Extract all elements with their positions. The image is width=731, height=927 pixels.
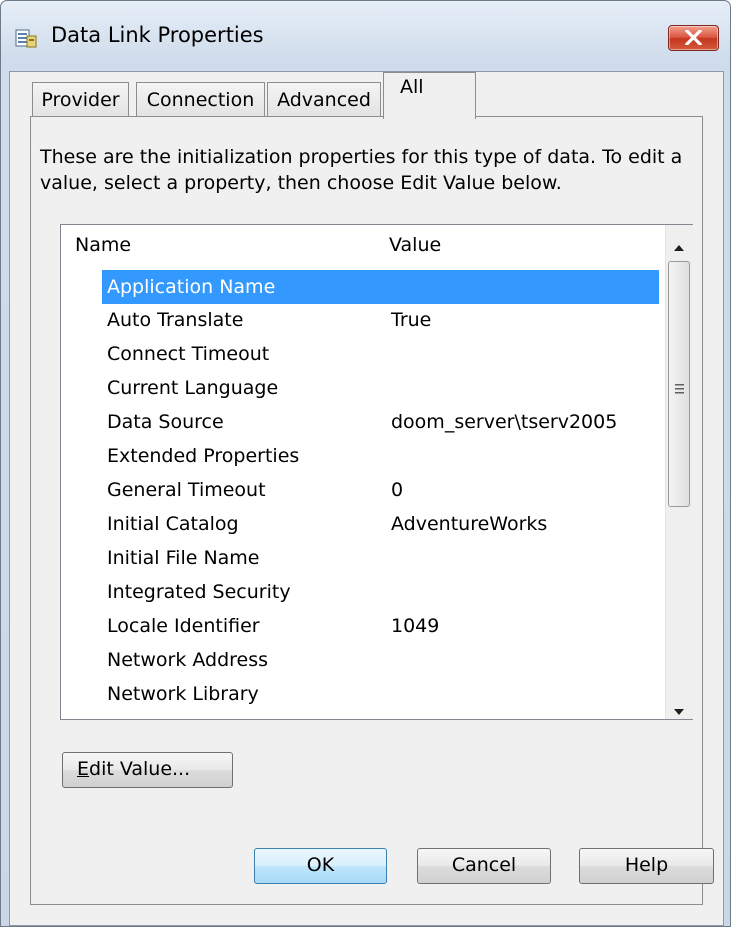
edit-value-mnemonic: E [77,758,90,780]
property-row-current-language[interactable]: Current Language [61,372,665,406]
property-value: doom_server\tserv2005 [391,411,618,433]
column-header-name[interactable]: Name [75,234,131,256]
column-header-value[interactable]: Value [389,234,441,256]
instructions-text: These are the initialization properties … [40,146,683,194]
property-name: Connect Timeout [107,343,270,365]
property-name: Extended Properties [107,445,300,467]
properties-list[interactable]: Name Value Application Name Auto Transla… [60,224,693,720]
property-row-extended-properties[interactable]: Extended Properties [61,440,665,474]
tab-strip: Provider Connection Advanced All [10,72,723,122]
edit-value-button[interactable]: Edit Value... [62,752,233,788]
property-name: Network Address [107,649,269,671]
property-row-data-source[interactable]: Data Source doom_server\tserv2005 [61,406,665,440]
help-button[interactable]: Help [579,848,714,884]
property-row-integrated-security[interactable]: Integrated Security [61,576,665,610]
property-name: Application Name [102,270,659,304]
cancel-button[interactable]: Cancel [417,848,551,884]
property-name: Auto Translate [107,309,244,331]
scroll-down-icon[interactable] [672,699,686,721]
tab-connection[interactable]: Connection [136,82,265,118]
property-name: Data Source [107,411,224,433]
property-value: True [391,309,432,331]
window-title: Data Link Properties [51,23,264,47]
title-bar[interactable]: Data Link Properties [1,1,730,71]
property-row-network-library[interactable]: Network Library [61,678,665,712]
scroll-thumb[interactable] [668,261,690,507]
scroll-up-icon[interactable] [672,235,686,257]
data-link-icon [15,28,37,48]
close-button[interactable] [668,25,719,51]
dialog-window: Data Link Properties Provider Connection… [0,0,731,927]
property-row-locale-identifier[interactable]: Locale Identifier 1049 [61,610,665,644]
property-name: Integrated Security [107,581,291,603]
property-row-initial-file-name[interactable]: Initial File Name [61,542,665,576]
property-value: AdventureWorks [391,513,548,535]
property-row-general-timeout[interactable]: General Timeout 0 [61,474,665,508]
property-row-connect-timeout[interactable]: Connect Timeout [61,338,665,372]
property-value: 1049 [391,615,440,637]
property-row-auto-translate[interactable]: Auto Translate True [61,304,665,338]
dialog-client-area: Provider Connection Advanced All These a… [9,71,724,926]
property-name: Locale Identifier [107,615,260,637]
tab-advanced[interactable]: Advanced [267,82,381,118]
close-icon [685,30,702,45]
property-value: 0 [391,479,404,501]
scroll-grip-icon [675,377,684,399]
property-name: Initial Catalog [107,513,239,535]
list-header: Name Value [61,225,665,263]
property-name: Network Library [107,683,259,705]
property-row-network-address[interactable]: Network Address [61,644,665,678]
property-name: General Timeout [107,479,266,501]
property-name: Initial File Name [107,547,260,569]
property-name: Current Language [107,377,279,399]
edit-value-label: dit Value... [89,758,191,780]
vertical-scrollbar[interactable] [665,225,693,719]
ok-button[interactable]: OK [254,848,387,884]
tab-provider[interactable]: Provider [32,82,129,118]
tab-all[interactable]: All [383,72,476,119]
property-row-application-name[interactable]: Application Name [61,270,665,304]
property-row-initial-catalog[interactable]: Initial Catalog AdventureWorks [61,508,665,542]
